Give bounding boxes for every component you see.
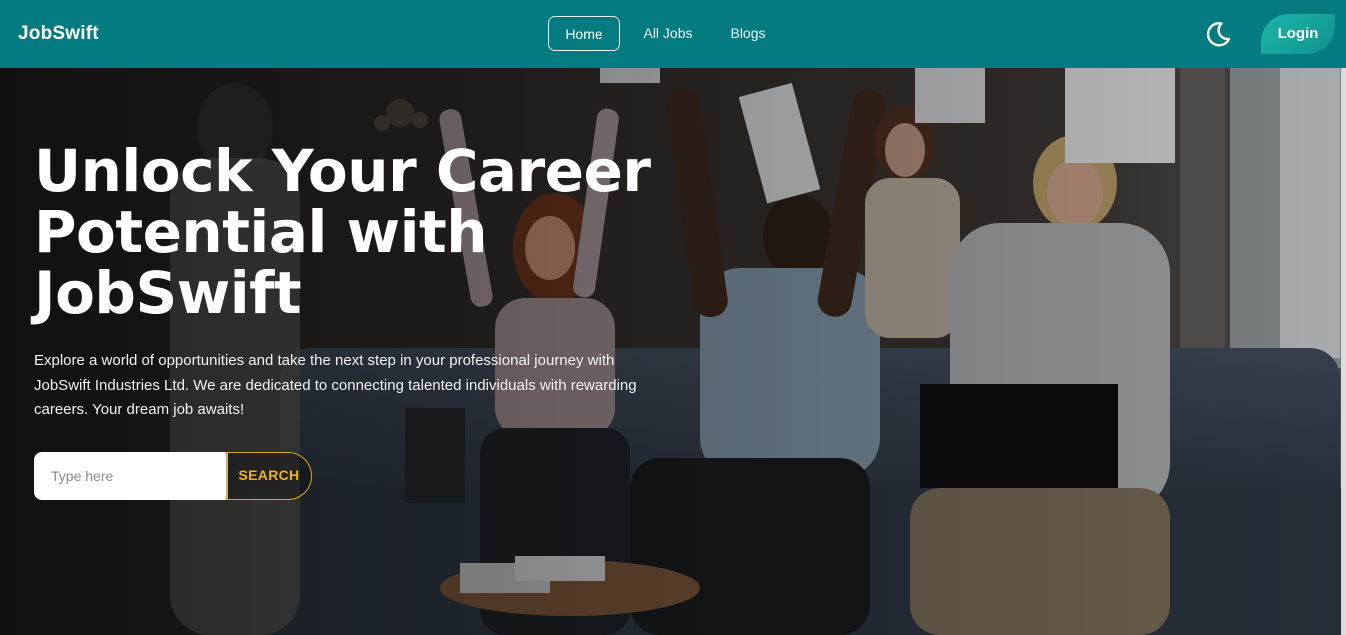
nav-blogs[interactable]: Blogs [722, 16, 774, 51]
hero-description: Explore a world of opportunities and tak… [34, 352, 637, 418]
search-bar: SEARCH [34, 452, 312, 500]
search-button[interactable]: SEARCH [226, 452, 312, 500]
navbar: JobSwift Home All Jobs Blogs Login [0, 0, 1346, 68]
hero-title: Unlock Your Career Potential with JobSwi… [34, 137, 651, 327]
hero-section: Unlock Your Career Potential with JobSwi… [0, 68, 1346, 635]
brand-logo[interactable]: JobSwift [18, 23, 99, 45]
nav-home[interactable]: Home [548, 16, 620, 51]
search-input[interactable] [34, 452, 228, 500]
moon-icon[interactable] [1204, 20, 1232, 48]
nav-all-jobs[interactable]: All Jobs [636, 16, 700, 51]
login-button[interactable]: Login [1261, 14, 1335, 54]
page-scrollbar[interactable] [1341, 68, 1346, 635]
